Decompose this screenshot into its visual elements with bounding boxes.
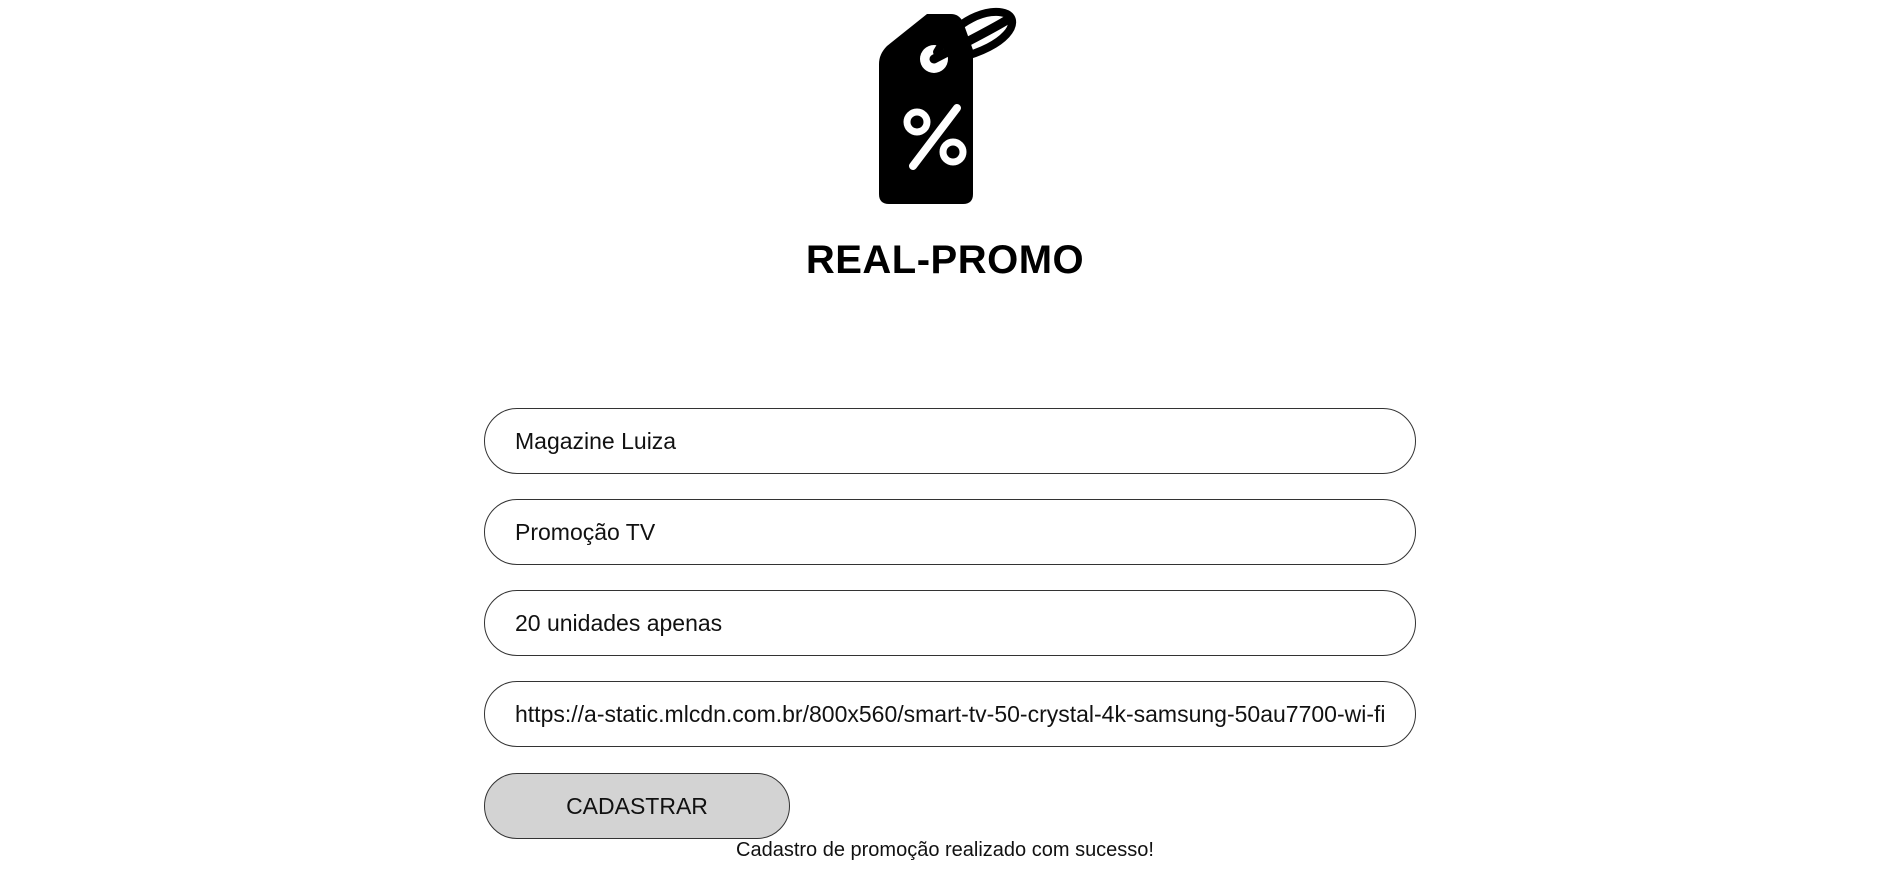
success-message: Cadastro de promoção realizado com suces… bbox=[736, 839, 1154, 861]
discount-tag-icon bbox=[879, 6, 1019, 206]
app-title: REAL-PROMO bbox=[805, 238, 1085, 282]
promo-form bbox=[484, 408, 1416, 772]
submit-button[interactable]: CADASTRAR bbox=[484, 773, 790, 839]
store-input[interactable] bbox=[484, 408, 1416, 474]
page: REAL-PROMO CADASTRAR Cadastro de promoçã… bbox=[0, 0, 1890, 878]
image-url-input[interactable] bbox=[484, 681, 1416, 747]
description-input[interactable] bbox=[484, 590, 1416, 656]
promo-title-input[interactable] bbox=[484, 499, 1416, 565]
